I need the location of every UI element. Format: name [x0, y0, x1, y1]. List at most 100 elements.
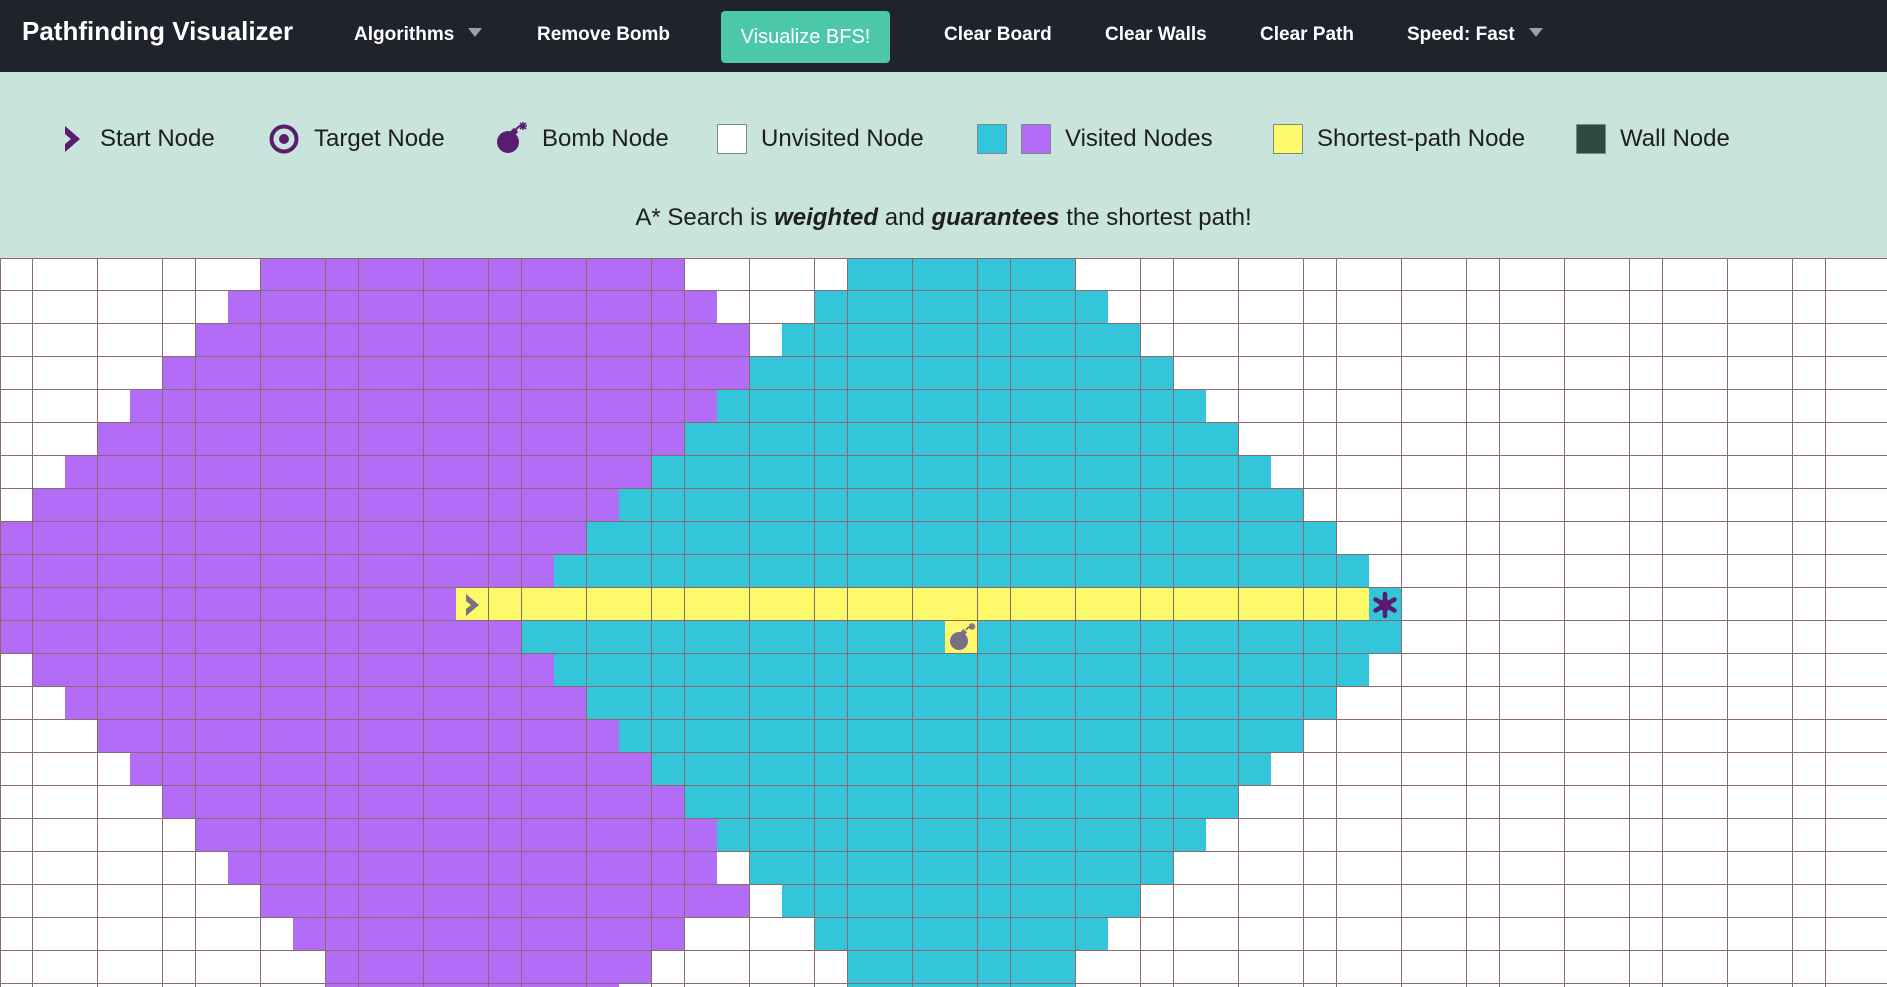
grid-cell[interactable]: [228, 819, 262, 852]
grid-cell[interactable]: [228, 522, 262, 555]
grid-cell[interactable]: [684, 489, 718, 522]
grid-cell[interactable]: [1304, 786, 1337, 819]
grid-cell[interactable]: [782, 918, 816, 951]
visualize-button[interactable]: Visualize BFS!: [721, 11, 890, 63]
grid-cell[interactable]: [1336, 654, 1370, 687]
grid-cell[interactable]: [1499, 357, 1533, 390]
grid-cell[interactable]: [195, 489, 229, 522]
grid-cell[interactable]: [163, 258, 196, 291]
grid-cell[interactable]: [1336, 357, 1370, 390]
grid-cell[interactable]: [978, 357, 1011, 390]
grid-cell[interactable]: [0, 423, 33, 456]
grid-cell[interactable]: [1206, 786, 1240, 819]
grid-cell[interactable]: [32, 885, 66, 918]
grid-cell[interactable]: [1010, 753, 1044, 786]
grid-cell[interactable]: [782, 588, 816, 621]
grid-cell[interactable]: [0, 885, 33, 918]
grid-cell[interactable]: [1173, 819, 1207, 852]
grid-cell[interactable]: [521, 357, 555, 390]
grid-cell[interactable]: [326, 489, 359, 522]
grid-cell[interactable]: [717, 654, 751, 687]
grid-cell[interactable]: [1010, 819, 1044, 852]
grid-cell[interactable]: [1043, 654, 1077, 687]
grid-cell[interactable]: [32, 324, 66, 357]
grid-cell[interactable]: [684, 291, 718, 324]
grid-cell[interactable]: [32, 522, 66, 555]
grid-cell[interactable]: [0, 522, 33, 555]
grid-cell[interactable]: [1564, 522, 1598, 555]
grid-cell[interactable]: [586, 654, 620, 687]
grid-cell[interactable]: [1173, 588, 1207, 621]
grid-cell[interactable]: [1727, 357, 1761, 390]
grid-cell[interactable]: [1238, 291, 1272, 324]
grid-cell[interactable]: [65, 753, 99, 786]
grid-cell[interactable]: [97, 687, 131, 720]
grid-cell[interactable]: [1727, 555, 1761, 588]
grid-cell[interactable]: [586, 258, 620, 291]
grid-cell[interactable]: [1760, 720, 1794, 753]
grid-cell[interactable]: [163, 819, 196, 852]
grid-cell[interactable]: [1336, 786, 1370, 819]
grid-cell[interactable]: [1858, 852, 1887, 885]
grid-cell[interactable]: [1630, 390, 1663, 423]
grid-cell[interactable]: [684, 621, 718, 654]
grid-cell[interactable]: [554, 951, 588, 984]
grid-cell[interactable]: [1369, 786, 1403, 819]
grid-cell[interactable]: [326, 588, 359, 621]
grid-cell[interactable]: [1858, 753, 1887, 786]
grid-cell[interactable]: [1401, 423, 1435, 456]
clear-board-button[interactable]: Clear Board: [944, 24, 1052, 46]
grid-cell[interactable]: [1564, 918, 1598, 951]
grid-cell[interactable]: [586, 357, 620, 390]
grid-cell[interactable]: [1075, 951, 1109, 984]
grid-cell[interactable]: [1075, 588, 1109, 621]
grid-cell[interactable]: [782, 258, 816, 291]
grid-cell[interactable]: [1727, 720, 1761, 753]
grid-cell[interactable]: [1499, 291, 1533, 324]
grid-cell[interactable]: [1336, 555, 1370, 588]
grid-cell[interactable]: [163, 489, 196, 522]
grid-cell[interactable]: [1564, 489, 1598, 522]
grid-cell[interactable]: [423, 456, 457, 489]
grid-cell[interactable]: [1532, 852, 1566, 885]
grid-cell[interactable]: [652, 258, 685, 291]
grid-cell[interactable]: [1075, 819, 1109, 852]
grid-cell[interactable]: [586, 885, 620, 918]
grid-cell[interactable]: [717, 555, 751, 588]
grid-cell[interactable]: [684, 456, 718, 489]
grid-cell[interactable]: [1141, 390, 1174, 423]
grid-cell[interactable]: [1043, 423, 1077, 456]
grid-cell[interactable]: [1662, 621, 1696, 654]
grid-cell[interactable]: [293, 852, 327, 885]
grid-cell[interactable]: [489, 720, 522, 753]
grid-cell[interactable]: [1206, 357, 1240, 390]
grid-cell[interactable]: [847, 918, 881, 951]
grid-cell[interactable]: [554, 588, 588, 621]
grid-cell[interactable]: [945, 621, 979, 654]
grid-cell[interactable]: [1532, 588, 1566, 621]
grid-cell[interactable]: [423, 819, 457, 852]
grid-cell[interactable]: [0, 588, 33, 621]
grid-cell[interactable]: [619, 357, 653, 390]
grid-cell[interactable]: [456, 852, 490, 885]
grid-cell[interactable]: [0, 753, 33, 786]
grid-cell[interactable]: [586, 324, 620, 357]
grid-cell[interactable]: [163, 357, 196, 390]
grid-cell[interactable]: [1369, 423, 1403, 456]
grid-cell[interactable]: [1336, 258, 1370, 291]
grid-cell[interactable]: [1401, 951, 1435, 984]
grid-cell[interactable]: [684, 687, 718, 720]
grid-cell[interactable]: [489, 588, 522, 621]
grid-cell[interactable]: [130, 687, 164, 720]
grid-cell[interactable]: [32, 357, 66, 390]
grid-cell[interactable]: [782, 753, 816, 786]
grid-cell[interactable]: [97, 720, 131, 753]
grid-cell[interactable]: [260, 357, 294, 390]
grid-cell[interactable]: [65, 786, 99, 819]
grid-cell[interactable]: [1141, 357, 1174, 390]
grid-cell[interactable]: [1238, 687, 1272, 720]
grid-cell[interactable]: [1564, 951, 1598, 984]
grid-cell[interactable]: [684, 852, 718, 885]
grid-cell[interactable]: [978, 423, 1011, 456]
grid-cell[interactable]: [1369, 687, 1403, 720]
